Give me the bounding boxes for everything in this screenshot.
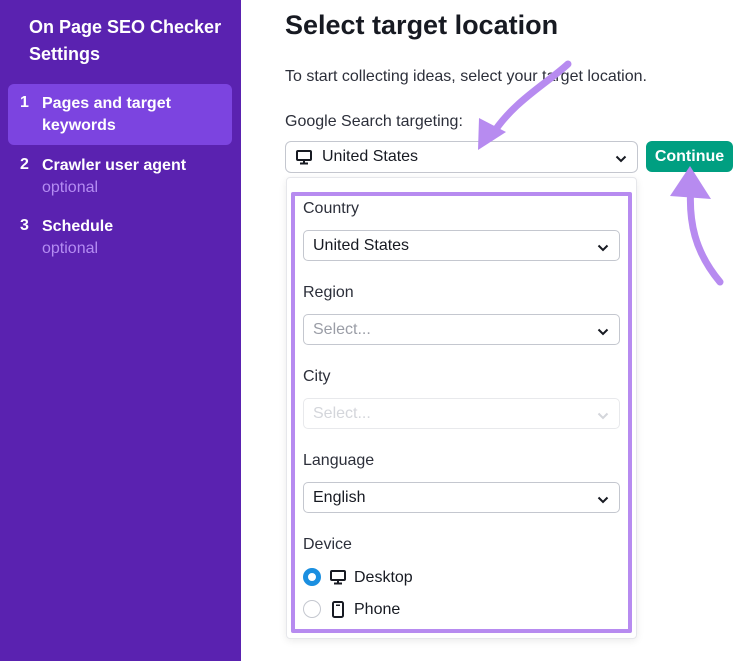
language-select[interactable]: English [303, 482, 620, 513]
device-radio-desktop[interactable] [303, 568, 321, 586]
region-label: Region [303, 284, 354, 301]
sidebar-step-schedule[interactable]: 3 Schedule optional [8, 211, 232, 263]
monitor-icon [296, 150, 312, 170]
step-number: 1 [20, 94, 29, 111]
chevron-down-icon [615, 152, 627, 164]
device-option-phone: Phone [354, 601, 401, 618]
country-label: Country [303, 200, 360, 217]
country-value: United States [313, 237, 410, 254]
targeting-select[interactable]: United States [285, 141, 638, 173]
step-optional-label: optional [42, 240, 99, 257]
country-select[interactable]: United States [303, 230, 620, 261]
language-label: Language [303, 452, 375, 469]
monitor-icon [330, 570, 346, 590]
city-placeholder: Select... [313, 405, 371, 422]
step-label: Pages and target keywords [42, 95, 171, 134]
targeting-label: Google Search targeting: [285, 113, 463, 130]
step-number: 2 [20, 156, 29, 173]
chevron-down-icon [597, 325, 609, 337]
chevron-down-icon [597, 241, 609, 253]
region-select[interactable]: Select... [303, 314, 620, 345]
arrow-up-icon [670, 166, 724, 286]
region-placeholder: Select... [313, 321, 371, 338]
sidebar-title: On Page SEO Checker Settings [29, 17, 222, 64]
step-optional-label: optional [42, 179, 99, 196]
device-option-desktop: Desktop [354, 569, 413, 586]
city-select: Select... [303, 398, 620, 429]
step-label: Schedule [42, 218, 114, 235]
step-number: 3 [20, 217, 29, 234]
chevron-down-icon [597, 409, 609, 421]
city-label: City [303, 368, 331, 385]
device-radio-phone[interactable] [303, 600, 321, 618]
page-title: Select target location [285, 10, 559, 40]
step-label: Crawler user agent [42, 157, 187, 174]
device-label: Device [303, 536, 352, 553]
sidebar: On Page SEO Checker Settings 1 Pages and… [0, 0, 241, 661]
sidebar-step-pages-keywords[interactable]: 1 Pages and target keywords [8, 84, 232, 145]
phone-icon [332, 601, 344, 623]
continue-button[interactable]: Continue [646, 141, 733, 172]
page-subtitle: To start collecting ideas, select your t… [285, 68, 647, 85]
chevron-down-icon [597, 493, 609, 505]
language-value: English [313, 489, 366, 506]
targeting-value: United States [322, 148, 419, 165]
sidebar-step-crawler-user-agent[interactable]: 2 Crawler user agent optional [8, 150, 232, 202]
